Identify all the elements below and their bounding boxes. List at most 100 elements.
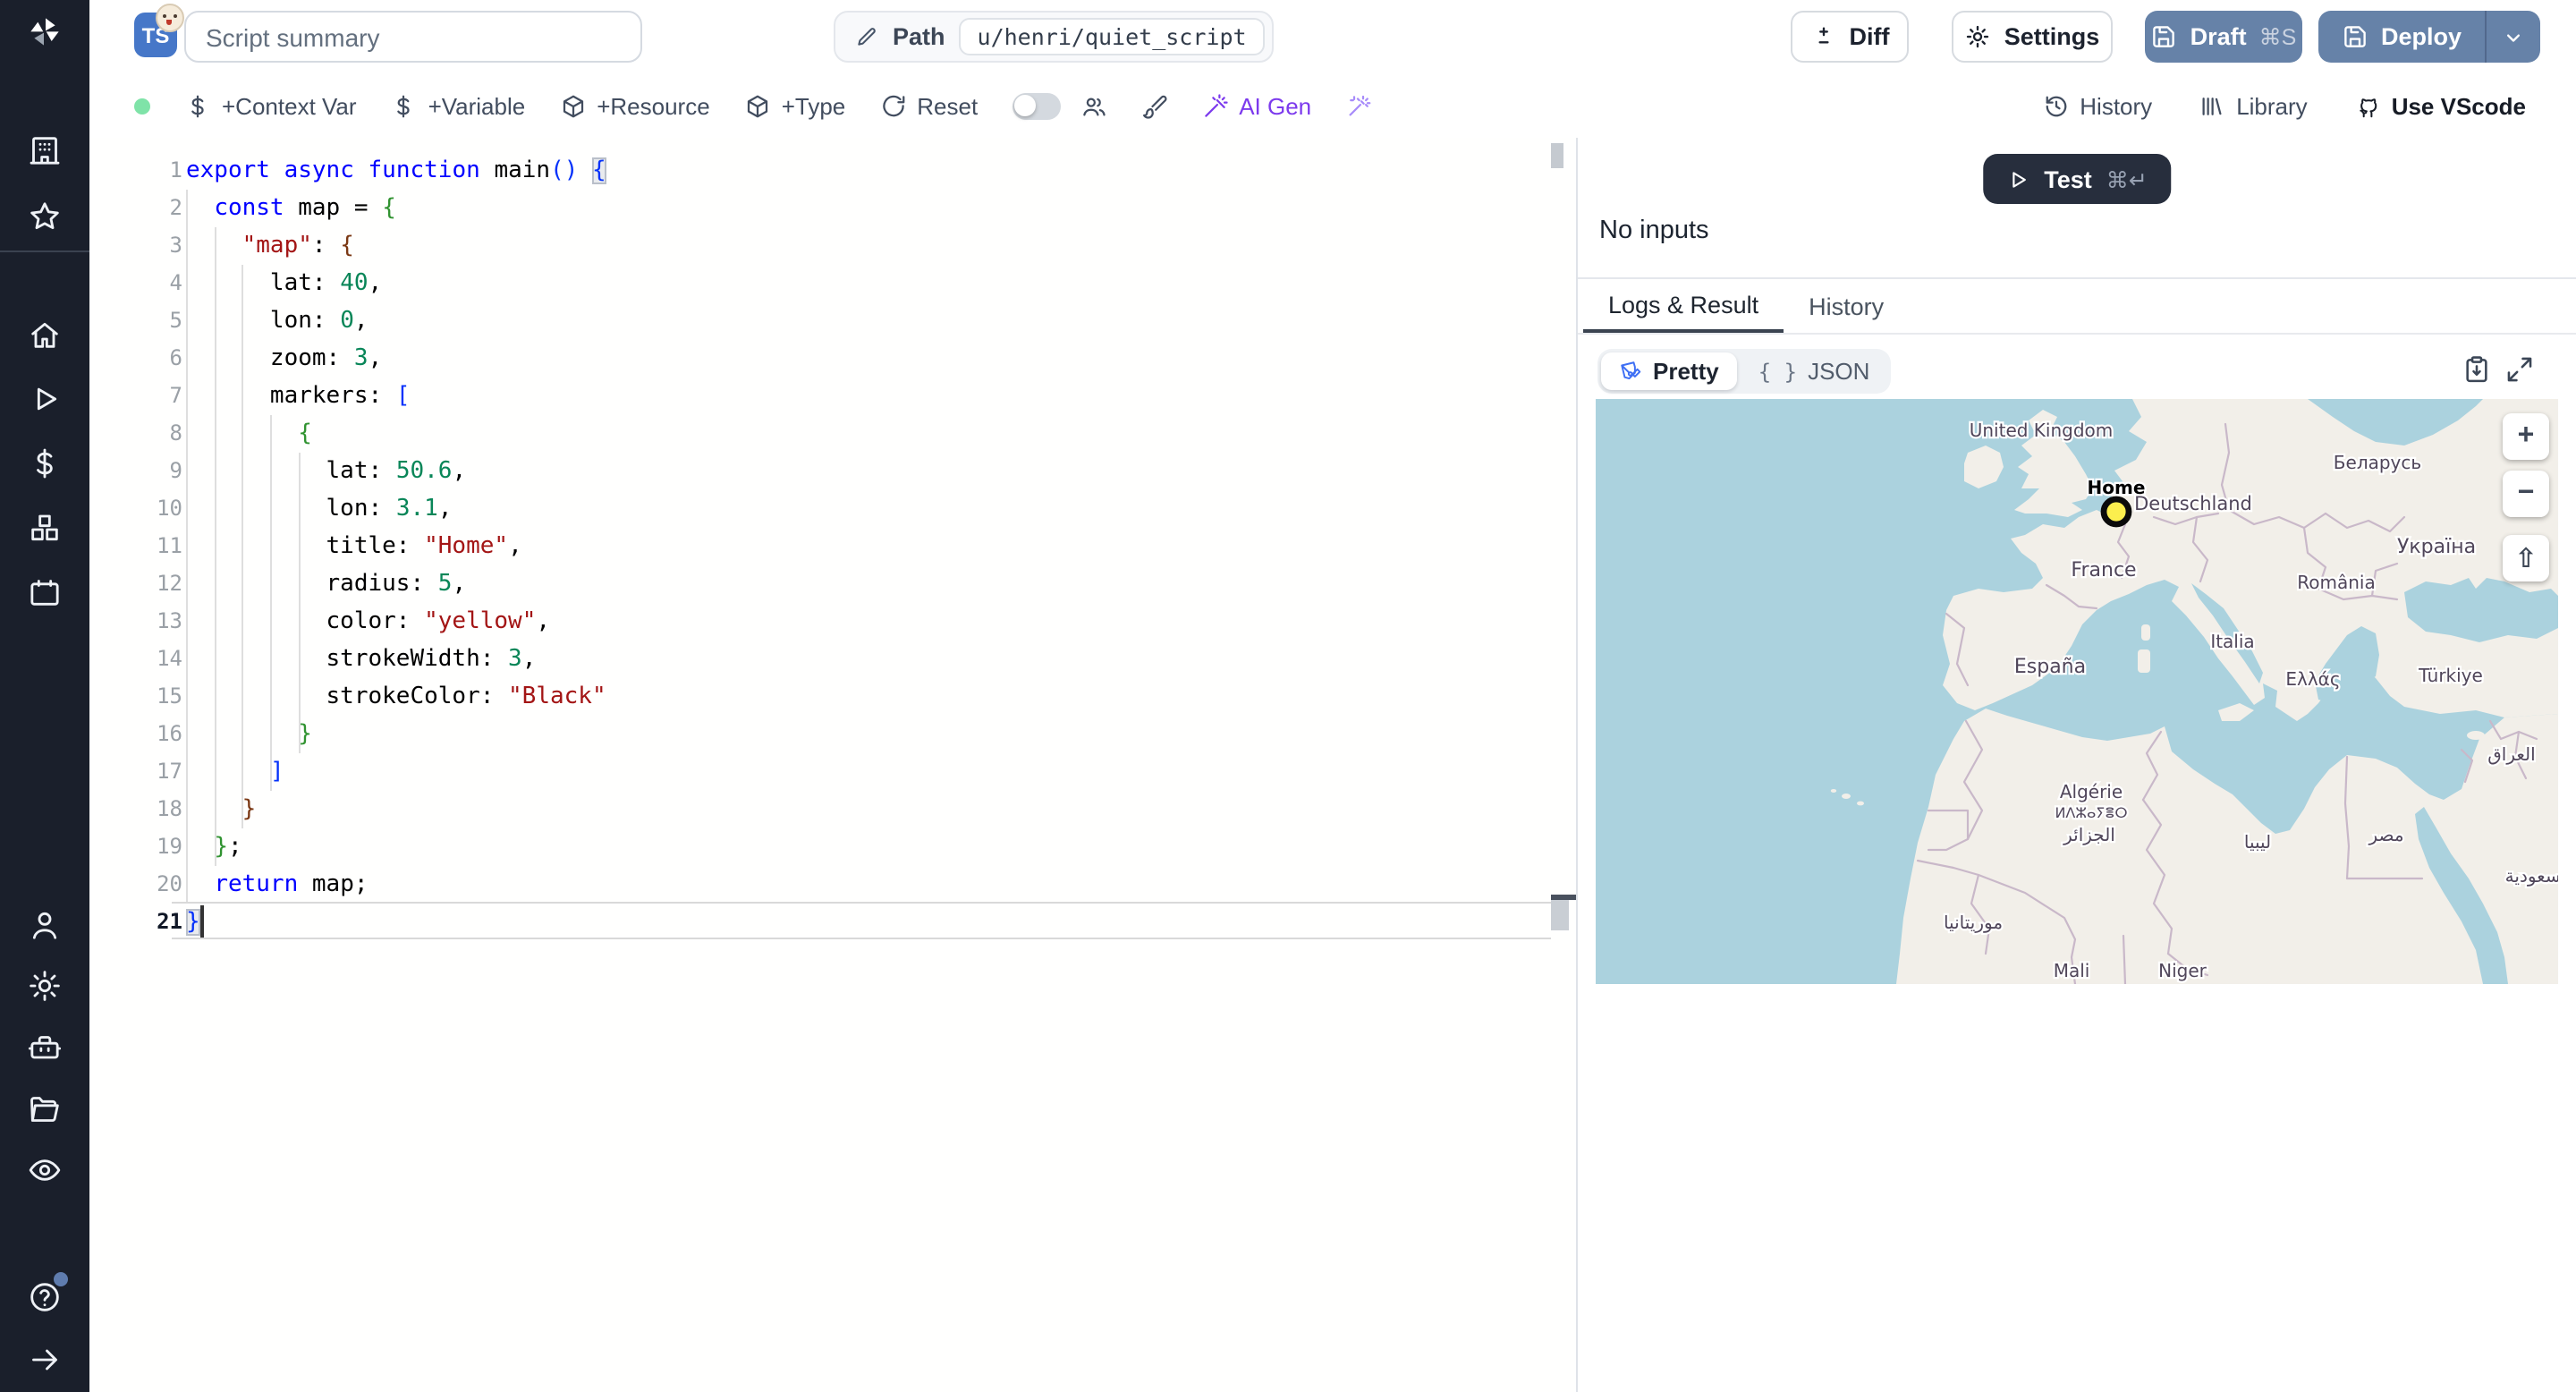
code-line[interactable]: lat: 40, — [186, 265, 382, 302]
gear-icon — [1967, 25, 1989, 48]
code-line[interactable]: lon: 0, — [186, 302, 369, 340]
editor-toolbar: +Context Var +Variable +Resource +Type R… — [89, 73, 2576, 140]
tab-history[interactable]: History — [1784, 279, 1909, 333]
map-country-label: Türkiye — [2418, 665, 2483, 686]
notification-badge — [54, 1272, 68, 1286]
line-number: 9 — [169, 458, 182, 483]
path-editor[interactable]: Path u/henri/quiet_script — [834, 11, 1274, 63]
runs-play-icon[interactable] — [27, 381, 63, 417]
line-number: 3 — [169, 233, 182, 258]
tab-logs-result[interactable]: Logs & Result — [1583, 279, 1784, 333]
eye-icon[interactable] — [27, 1152, 63, 1188]
test-button[interactable]: Test ⌘↵ — [1983, 154, 2171, 204]
workers-robot-icon[interactable] — [27, 1031, 63, 1066]
home-icon[interactable] — [27, 317, 63, 352]
line-number: 6 — [169, 345, 182, 370]
map-fit-bounds-button[interactable]: ⇧ — [2503, 535, 2549, 581]
map-marker-home[interactable] — [2100, 496, 2132, 528]
windmill-logo-icon[interactable] — [27, 14, 63, 50]
code-line[interactable]: } — [186, 791, 257, 828]
line-number: 16 — [157, 721, 182, 746]
deploy-dropdown-button[interactable] — [2487, 11, 2540, 63]
library-button[interactable]: Library — [2199, 92, 2308, 119]
code-line[interactable]: markers: [ — [186, 378, 411, 415]
add-context-var-button[interactable]: +Context Var — [184, 92, 357, 119]
code-line[interactable]: { — [186, 415, 312, 453]
code-line[interactable]: strokeWidth: 3, — [186, 641, 537, 678]
expand-result-icon[interactable] — [2504, 354, 2535, 385]
deploy-button[interactable]: Deploy — [2318, 11, 2485, 63]
user-icon[interactable] — [27, 907, 63, 943]
diff-button[interactable]: Diff — [1791, 11, 1909, 63]
code-line[interactable]: color: "yellow", — [186, 603, 551, 641]
map-country-label: Беларусь — [2334, 452, 2421, 473]
reset-button[interactable]: Reset — [879, 92, 978, 119]
variables-dollar-icon[interactable] — [27, 446, 63, 481]
ai-gen-button[interactable]: AI Gen — [1201, 92, 1311, 119]
add-variable-button[interactable]: +Variable — [391, 92, 525, 119]
add-resource-button[interactable]: +Resource — [559, 92, 710, 119]
map-country-label: ليبيا — [2244, 831, 2271, 853]
add-type-button[interactable]: +Type — [744, 92, 845, 119]
code-line[interactable]: title: "Home", — [186, 528, 522, 565]
line-number: 5 — [169, 308, 182, 333]
code-line[interactable]: } — [186, 716, 312, 753]
map-country-label: United Kingdom — [1970, 420, 2114, 441]
json-view-button[interactable]: { } JSON — [1741, 352, 1888, 390]
scrollbar-thumb[interactable] — [1551, 143, 1563, 168]
resources-cubes-icon[interactable] — [27, 510, 63, 546]
code-line[interactable]: "map": { — [186, 227, 354, 265]
code-line[interactable]: const map = { — [186, 190, 396, 227]
dollar-icon — [397, 94, 411, 117]
code-line[interactable]: return map; — [186, 866, 368, 904]
line-number: 21 — [157, 909, 182, 934]
building-icon[interactable] — [27, 132, 63, 168]
code-line[interactable]: } — [186, 904, 200, 941]
line-number: 15 — [157, 683, 182, 709]
diff-icon — [1818, 27, 1829, 44]
schedules-calendar-icon[interactable] — [27, 574, 63, 610]
star-icon[interactable] — [27, 199, 63, 234]
result-map[interactable]: United Kingdom Беларусь Deutschland Україна… — [1596, 399, 2558, 984]
test-shortcut: ⌘↵ — [2106, 167, 2148, 192]
settings-gear-icon[interactable] — [27, 968, 63, 1004]
code-line[interactable]: zoom: 3, — [186, 340, 382, 378]
use-vscode-button[interactable]: Use VScode — [2354, 92, 2526, 119]
code-editor[interactable]: 1 2 3 4 5 6 7 8 9 10 11 12 13 14 15 16 17 18 19 20 21 export… — [89, 138, 1576, 1392]
ai-sparkle-wand-icon[interactable] — [1345, 92, 1372, 119]
copy-clipboard-icon[interactable] — [2462, 354, 2492, 385]
code-line[interactable]: export async function main() { — [186, 152, 606, 190]
editor-scrollbar[interactable] — [1551, 138, 1576, 1392]
line-number: 10 — [157, 496, 182, 521]
map-canvas: United Kingdom Беларусь Deutschland Україна… — [1596, 399, 2558, 984]
expand-sidebar-arrow-icon[interactable] — [27, 1342, 63, 1378]
draft-button[interactable]: Draft ⌘S — [2145, 11, 2302, 63]
collaborators-users-icon[interactable] — [1080, 92, 1106, 119]
deploy-button-group: Deploy — [2318, 11, 2541, 63]
format-brush-icon[interactable] — [1140, 92, 1167, 119]
diff-mode-toggle[interactable] — [1012, 92, 1061, 119]
line-number: 17 — [157, 759, 182, 784]
code-line[interactable]: radius: 5, — [186, 565, 467, 603]
line-number: 7 — [169, 383, 182, 408]
code-line[interactable]: lon: 3.1, — [186, 490, 453, 528]
map-country-label: Україна — [2397, 536, 2476, 558]
code-line[interactable]: lat: 50.6, — [186, 453, 467, 490]
map-country-label: ⵍⴷⵣⴰⵢⴻⵔ — [2055, 804, 2127, 821]
settings-button[interactable]: Settings — [1952, 11, 2113, 63]
history-button[interactable]: History — [2042, 92, 2152, 119]
folder-open-icon[interactable] — [27, 1091, 63, 1127]
script-summary-input[interactable] — [184, 11, 642, 63]
code-line[interactable]: strokeColor: "Black" — [186, 678, 606, 716]
map-zoom-out-button[interactable]: − — [2503, 471, 2549, 517]
help-icon[interactable] — [27, 1272, 68, 1315]
pretty-view-button[interactable]: Pretty — [1601, 352, 1737, 390]
code-line[interactable]: }; — [186, 828, 242, 866]
divider — [1578, 333, 2576, 335]
map-zoom-in-button[interactable]: + — [2503, 413, 2549, 460]
path-value: u/henri/quiet_script — [959, 18, 1265, 55]
code-line[interactable]: ] — [186, 753, 284, 791]
line-number: 13 — [157, 608, 182, 633]
map-country-label: السعودية — [2505, 865, 2558, 887]
map-country-label: Algérie — [2060, 781, 2123, 802]
